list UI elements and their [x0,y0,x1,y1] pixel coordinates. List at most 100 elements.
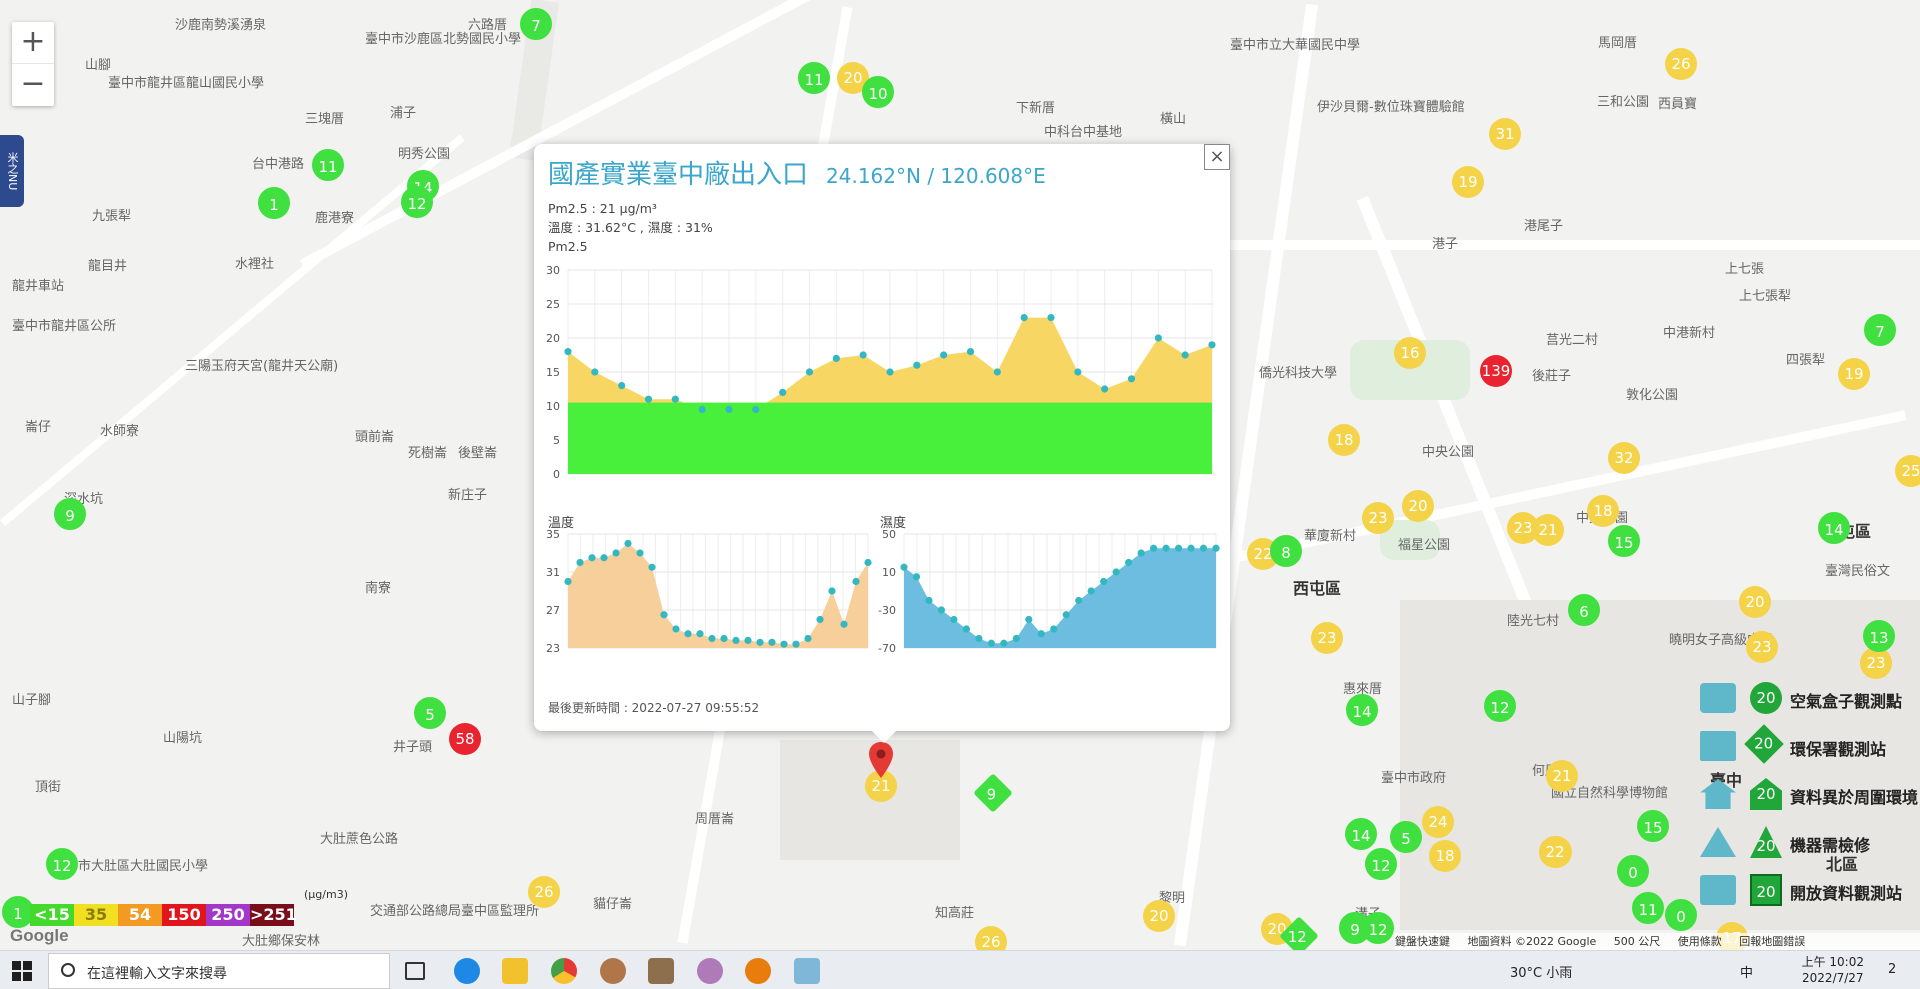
sensor-marker[interactable]: 20 [1739,586,1771,618]
sensor-marker[interactable]: 23 [1311,622,1343,654]
humidity-chart-label: 濕度 [880,516,907,531]
sensor-marker[interactable]: 18 [1328,424,1360,456]
sensor-marker[interactable]: 9 [1339,912,1371,944]
map-place-label: 臺中市立大華國民中學 [1230,38,1361,53]
sensor-marker[interactable]: 11 [312,149,344,181]
sensor-marker[interactable]: 12 [401,186,433,218]
map-canvas[interactable]: 沙鹿南勢溪湧泉 臺中市沙鹿區北勢國民小學 六路厝 山腳 臺中市龍井區龍山國民小學 三塊厝浦… [0,0,1920,950]
legend-opendata-marker: 20 [1750,874,1782,906]
system-clock[interactable]: 上午 10:02 2022/7/27 [1802,954,1864,986]
sensor-marker-value: 1 [13,905,23,923]
map-data-credit[interactable]: 地圖資料 ©2022 Google [1468,935,1597,948]
data-point [780,640,788,648]
data-point [600,554,608,562]
search-icon [61,963,75,977]
ime-indicator[interactable]: 中 [1740,962,1753,981]
scale-bar: <15 35 54 150 250 >251 [30,904,297,926]
app-icon[interactable] [600,958,626,984]
sensor-marker[interactable]: 7 [520,8,552,40]
sensor-marker[interactable]: 25 [1895,455,1920,487]
sensor-marker[interactable]: 14 [1345,818,1377,850]
app-icon[interactable] [697,958,723,984]
map-scale[interactable]: 500 公尺 [1614,935,1661,948]
data-point [779,388,787,396]
map-place-label: 三塊厝 [305,112,345,127]
sensor-marker[interactable]: 5 [414,697,446,729]
sensor-marker[interactable]: 11 [798,62,830,94]
data-point [1062,611,1070,619]
legend-airbox-label: 空氣盒子觀測點 [1790,692,1903,711]
sensor-marker[interactable]: 26 [975,926,1007,950]
sensor-marker[interactable]: 7 [1864,314,1896,346]
taskbar-search-box[interactable]: 在這裡輸入文字來搜尋 [48,953,390,989]
app-icon[interactable] [648,958,674,984]
sensor-marker[interactable]: 58 [449,723,481,755]
sensor-marker[interactable]: 14 [1818,512,1850,544]
notification-count[interactable]: 2 [1888,962,1896,977]
sensor-marker[interactable]: 31 [1489,118,1521,150]
task-view-icon[interactable] [405,962,425,980]
sensor-marker[interactable]: 12 [1365,848,1397,880]
chrome-icon[interactable] [551,958,577,984]
side-panel-tab[interactable]: 米之NU [0,135,24,207]
sensor-marker[interactable]: 8 [1270,535,1302,567]
sensor-marker-value: 20 [1149,907,1169,925]
sensor-marker[interactable]: 19 [1838,358,1870,390]
sensor-marker[interactable]: 139 [1480,355,1512,387]
sensor-marker[interactable]: 23 [1362,502,1394,534]
sensor-marker[interactable]: 20 [1402,490,1434,522]
zoom-in-button[interactable]: + [12,22,54,64]
zoom-out-button[interactable]: − [12,64,54,106]
sensor-marker[interactable]: 12 [46,848,78,880]
data-point [962,625,970,633]
map-place-label: 莒光二村 [1546,333,1599,348]
sensor-marker[interactable]: 18 [1587,495,1619,527]
map-place-label: 浦子 [390,106,417,121]
file-explorer-icon[interactable] [502,958,528,984]
sensor-marker[interactable]: 21 [1546,760,1578,792]
sensor-marker[interactable]: 18 [1429,840,1461,872]
sensor-marker[interactable]: 20 [1143,900,1175,932]
edge-icon[interactable] [454,958,480,984]
data-point [671,395,679,403]
map-place-label: 中港新村 [1663,326,1716,341]
windows-start-icon[interactable] [12,961,32,981]
map-place-label: 崙仔 [25,420,52,435]
sensor-marker[interactable]: 13 [1863,620,1895,652]
sensor-marker-value: 10 [868,85,888,103]
close-popup-button[interactable]: × [1204,144,1230,170]
sensor-marker[interactable]: 9 [54,498,86,530]
keyboard-shortcuts-link[interactable]: 鍵盤快速鍵 [1395,935,1450,948]
blender-icon[interactable] [745,958,771,984]
sensor-marker[interactable]: 12 [1484,690,1516,722]
sensor-marker[interactable]: 6 [1568,594,1600,626]
sensor-marker[interactable]: 10 [862,76,894,108]
sensor-marker[interactable]: 15 [1608,525,1640,557]
sensor-marker-value: 14 [1352,703,1372,721]
sensor-marker[interactable]: 1 [258,187,290,219]
terms-link[interactable]: 使用條款 [1678,935,1722,948]
sensor-marker[interactable]: 26 [528,876,560,908]
sensor-marker[interactable]: 22 [1539,836,1571,868]
sensor-marker[interactable]: 9 [973,773,1013,813]
app-icon[interactable] [794,958,820,984]
sensor-marker[interactable]: 0 [1617,855,1649,887]
sensor-marker[interactable]: 5 [1390,821,1422,853]
selected-location-pin-icon[interactable] [868,742,894,778]
sensor-marker[interactable]: 26 [1665,48,1697,80]
sensor-marker-value: 26 [534,883,554,901]
weather-status[interactable]: 30°C 小雨 [1510,962,1572,981]
sensor-marker[interactable]: 32 [1608,442,1640,474]
report-error-link[interactable]: 回報地圖錯誤 [1739,935,1805,948]
sensor-marker[interactable]: 19 [1452,166,1484,198]
sensor-marker[interactable]: 15 [1637,810,1669,842]
sensor-marker[interactable]: 14 [1346,694,1378,726]
sensor-marker[interactable]: 23 [1746,631,1778,663]
sensor-marker[interactable]: 0 [1665,899,1697,931]
sensor-marker[interactable]: 11 [1632,892,1664,924]
sensor-marker[interactable]: 24 [1422,806,1454,838]
sensor-marker-value: 5 [425,706,435,724]
sensor-marker[interactable]: 16 [1394,337,1426,369]
sensor-marker[interactable]: 21 [1532,514,1564,546]
pm25-reading: Pm2.5 : 21 μg/m³ [548,201,657,216]
